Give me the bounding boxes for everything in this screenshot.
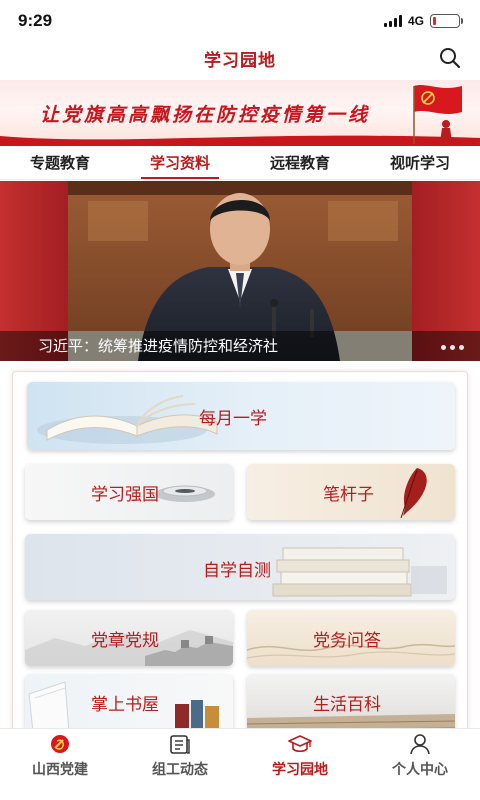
life-encyclopedia-card[interactable]: 生活百科 <box>247 674 455 730</box>
party-affairs-qa-label: 党务问答 <box>313 631 381 651</box>
party-emblem-icon <box>51 735 69 753</box>
study-materials-panel: 每月一学 学习强国 笔杆子 自学自测 党章党规 党务问答 掌上书屋 生活百科 <box>12 371 468 731</box>
nav-personal-center[interactable]: 个人中心 <box>360 729 480 800</box>
monthly-study-label: 每月一学 <box>199 409 267 429</box>
header: 学习园地 <box>0 42 480 78</box>
search-icon <box>440 48 461 69</box>
news-icon <box>170 735 190 754</box>
tab-remote-education[interactable]: 远程教育 <box>240 148 360 180</box>
carousel-dot[interactable] <box>441 345 446 350</box>
page-title: 学习园地 <box>204 51 276 71</box>
banner[interactable]: 让党旗高高飘扬在防控疫情第一线 <box>0 80 480 146</box>
banner-text: 让党旗高高飘扬在防控疫情第一线 <box>40 104 371 126</box>
tab-study-materials[interactable]: 学习资料 <box>120 148 240 180</box>
xuexi-qiangguo-label: 学习强国 <box>91 485 159 505</box>
person-icon <box>410 734 430 755</box>
carousel-pagination[interactable] <box>441 345 464 350</box>
search-button[interactable] <box>438 46 462 70</box>
carousel-caption: 习近平：统筹推进疫情防控和经济社 <box>0 331 480 361</box>
status-time: 9:29 <box>18 11 53 30</box>
nav-label: 山西党建 <box>32 762 88 778</box>
self-test-label: 自学自测 <box>203 561 271 581</box>
battery-icon <box>430 14 463 28</box>
nav-study-garden[interactable]: 学习园地 <box>240 729 360 800</box>
battery-level <box>433 17 436 25</box>
signal-icon <box>383 15 402 27</box>
nav-shanxi-party-building[interactable]: 山西党建 <box>0 729 120 800</box>
bigan-card[interactable]: 笔杆子 <box>247 464 455 520</box>
party-flag-icon <box>413 85 462 144</box>
nav-organization-news[interactable]: 组工动态 <box>120 729 240 800</box>
nav-label: 组工动态 <box>152 762 208 778</box>
party-constitution-card[interactable]: 党章党规 <box>25 610 233 666</box>
tab-audiovisual-learning[interactable]: 视听学习 <box>360 148 480 180</box>
network-type: 4G <box>407 14 424 28</box>
status-indicators: 4G <box>383 14 463 28</box>
nav-label: 个人中心 <box>392 762 448 778</box>
nav-label: 学习园地 <box>272 762 328 778</box>
carousel-dot[interactable] <box>459 345 464 350</box>
pocket-bookstore-card[interactable]: 掌上书屋 <box>25 674 233 730</box>
tab-bar: 专题教育 学习资料 远程教育 视听学习 <box>0 148 480 180</box>
self-test-card[interactable]: 自学自测 <box>25 534 455 600</box>
graduation-cap-icon <box>288 735 312 753</box>
party-affairs-qa-card[interactable]: 党务问答 <box>247 610 455 666</box>
pocket-bookstore-label: 掌上书屋 <box>91 695 159 715</box>
news-carousel[interactable]: 习近平：统筹推进疫情防控和经济社 <box>0 181 480 361</box>
tab-topic-education[interactable]: 专题教育 <box>0 148 120 180</box>
status-bar: 9:29 4G <box>0 0 480 42</box>
life-encyclopedia-label: 生活百科 <box>313 695 381 715</box>
party-constitution-label: 党章党规 <box>91 631 159 651</box>
xuexi-qiangguo-card[interactable]: 学习强国 <box>25 464 233 520</box>
bottom-navigation: 山西党建 组工动态 学习园地 个人中心 <box>0 728 480 800</box>
carousel-dot[interactable] <box>450 345 455 350</box>
bigan-label: 笔杆子 <box>323 485 374 505</box>
monthly-study-card[interactable]: 每月一学 <box>27 382 455 450</box>
